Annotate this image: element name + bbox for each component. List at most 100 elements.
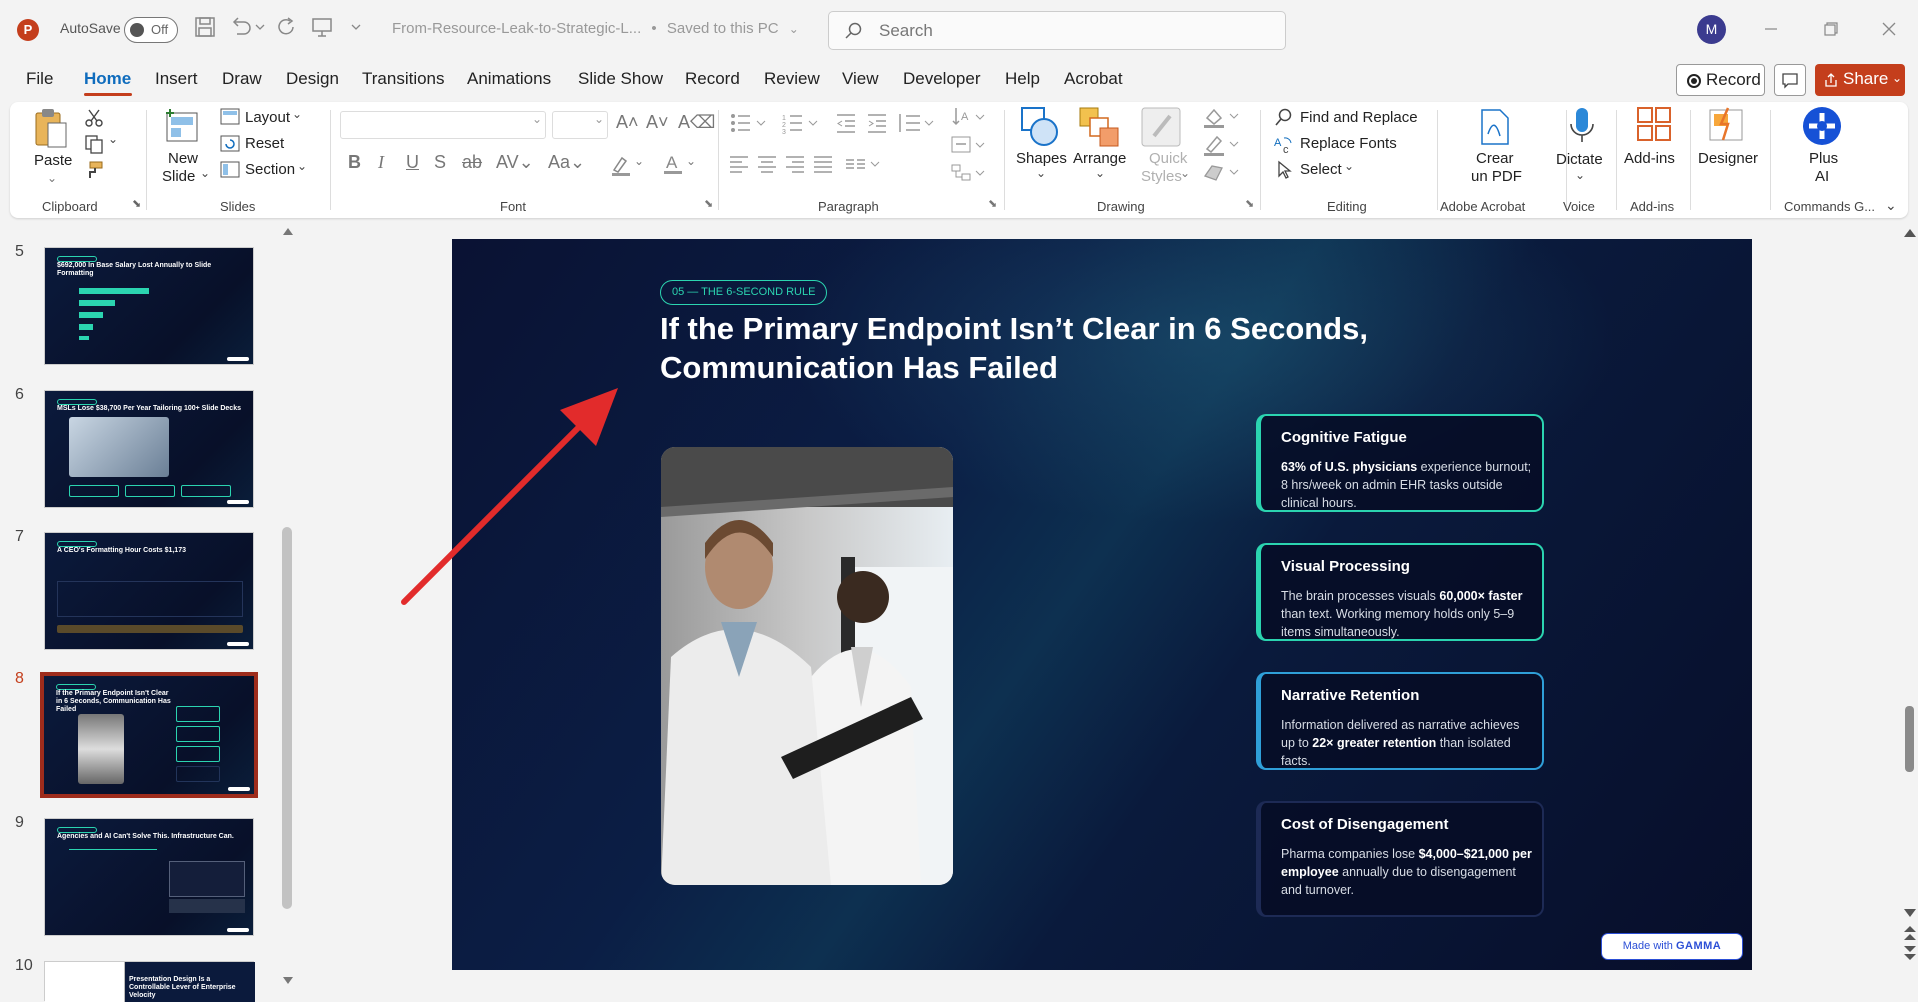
customize-toolbar-icon[interactable] [350,16,364,42]
autosave-toggle[interactable]: Off [124,17,178,43]
chevron-down-icon[interactable]: ⌄ [292,107,302,121]
card-cost-of-disengagement[interactable]: Cost of Disengagement Pharma companies l… [1256,801,1544,917]
tab-insert[interactable]: Insert [155,69,198,89]
save-icon[interactable] [194,16,220,42]
chevron-down-icon[interactable]: ⌄ [47,171,57,185]
shape-effects-icon[interactable] [1202,162,1242,184]
slide-tag[interactable]: 05 — THE 6-SECOND RULE [660,280,828,305]
slide-thumbnail-selected[interactable]: If the Primary Endpoint Isn't Clear in 6… [40,672,258,798]
dialog-launcher-icon[interactable]: ⬊ [1245,197,1254,210]
undo-icon[interactable] [229,16,255,42]
document-title[interactable]: From-Resource-Leak-to-Strategic-L... • S… [392,20,799,37]
scroll-down-icon[interactable] [283,977,293,985]
comments-button[interactable] [1774,64,1806,96]
chevron-down-icon[interactable]: ⌄ [1036,166,1046,180]
slide-scrollbar[interactable] [1905,706,1914,772]
layout-icon[interactable] [220,108,240,126]
increase-indent-icon[interactable] [866,112,888,134]
columns-icon[interactable] [844,154,884,174]
bold-icon[interactable]: B [348,152,361,173]
select-cursor-icon[interactable] [1276,160,1294,180]
paste-label[interactable]: Paste [34,152,72,169]
arrange-icon[interactable] [1078,106,1120,148]
addins-button-label[interactable]: Add-ins [1624,150,1675,167]
dialog-launcher-icon[interactable]: ⬊ [704,197,713,210]
dialog-launcher-icon[interactable]: ⬊ [132,197,141,210]
new-slide-label-2[interactable]: Slide [162,168,195,185]
tab-view[interactable]: View [842,69,879,89]
restore-icon[interactable] [1815,14,1845,44]
slide-thumbnail[interactable]: $692,000 In Base Salary Lost Annually to… [44,247,254,365]
italic-icon[interactable]: I [378,152,384,173]
tab-review[interactable]: Review [764,69,820,89]
slide-title[interactable]: If the Primary Endpoint Isn’t Clear in 6… [660,309,1420,387]
scroll-down-icon[interactable] [1904,908,1916,918]
cut-icon[interactable] [84,108,104,128]
chevron-down-icon[interactable]: ⌄ [1344,159,1354,173]
chevron-down-icon[interactable]: ⌄ [686,154,696,168]
present-icon[interactable] [310,16,336,42]
tab-help[interactable]: Help [1005,69,1040,89]
made-with-gamma-badge[interactable]: Made with GAMMA [1601,933,1743,960]
arrange-label[interactable]: Arrange [1073,150,1126,167]
replace-fonts-icon[interactable]: Ac [1274,134,1296,154]
shape-outline-icon[interactable] [1202,134,1242,156]
next-slide-icon[interactable] [1904,945,1916,961]
chevron-down-icon[interactable]: ⌄ [297,159,307,173]
tab-file[interactable]: File [26,69,53,89]
dictate-label[interactable]: Dictate [1556,151,1603,168]
new-slide-label-1[interactable]: New [168,150,198,167]
text-direction-icon[interactable]: A [950,106,986,128]
tab-acrobat[interactable]: Acrobat [1064,69,1123,89]
slide-canvas[interactable]: 05 — THE 6-SECOND RULE If the Primary En… [452,239,1752,970]
scroll-up-icon[interactable] [283,227,293,235]
chevron-down-icon[interactable]: ⌄ [634,154,644,168]
reset-label[interactable]: Reset [245,135,284,152]
doctors-photo[interactable] [661,447,953,885]
card-cognitive-fatigue[interactable]: Cognitive Fatigue 63% of U.S. physicians… [1256,414,1544,512]
collapse-ribbon-icon[interactable]: ⌄ [1885,197,1897,214]
chevron-down-icon[interactable]: ⌄ [1575,168,1585,182]
shadow-icon[interactable]: S [434,152,446,173]
paste-icon[interactable] [32,107,70,151]
close-icon[interactable] [1874,14,1904,44]
tab-transitions[interactable]: Transitions [362,69,445,89]
font-color-icon[interactable]: A [662,152,684,176]
align-left-icon[interactable] [728,154,750,174]
shapes-icon[interactable] [1020,106,1060,148]
tab-slide-show[interactable]: Slide Show [578,69,663,89]
align-right-icon[interactable] [784,154,806,174]
strikethrough-icon[interactable]: ab [462,152,482,173]
tab-home[interactable]: Home [84,69,131,89]
decrease-font-icon[interactable]: A˅ [646,112,669,133]
tab-animations[interactable]: Animations [467,69,551,89]
quick-styles-label-2[interactable]: Styles [1141,168,1182,185]
bullets-icon[interactable] [730,112,770,134]
create-pdf-label-1[interactable]: Crear [1476,150,1514,167]
avatar[interactable]: M [1697,15,1726,44]
shape-fill-icon[interactable] [1202,106,1242,128]
underline-icon[interactable]: U [406,152,419,173]
section-icon[interactable] [220,161,240,179]
tab-record[interactable]: Record [685,69,740,89]
align-center-icon[interactable] [756,154,778,174]
find-icon[interactable] [1274,108,1294,128]
layout-label[interactable]: Layout [245,109,290,126]
decrease-indent-icon[interactable] [835,112,857,134]
slides-scrollbar[interactable] [282,527,292,909]
scroll-up-icon[interactable] [1904,228,1916,238]
card-visual-processing[interactable]: Visual Processing The brain processes vi… [1256,543,1544,641]
dialog-launcher-icon[interactable]: ⬊ [988,197,997,210]
select-label[interactable]: Select [1300,161,1342,178]
chevron-down-icon[interactable]: ⌄ [1095,166,1105,180]
designer-label[interactable]: Designer [1698,150,1758,167]
quick-styles-icon[interactable] [1140,106,1182,148]
justify-icon[interactable] [812,154,834,174]
previous-slide-icon[interactable] [1904,925,1916,941]
tab-draw[interactable]: Draw [222,69,262,89]
find-replace-label[interactable]: Find and Replace [1300,109,1418,126]
tab-design[interactable]: Design [286,69,339,89]
numbering-icon[interactable]: 123 [782,112,822,134]
section-label[interactable]: Section [245,161,295,178]
chevron-down-icon[interactable]: ⌄ [200,166,210,180]
